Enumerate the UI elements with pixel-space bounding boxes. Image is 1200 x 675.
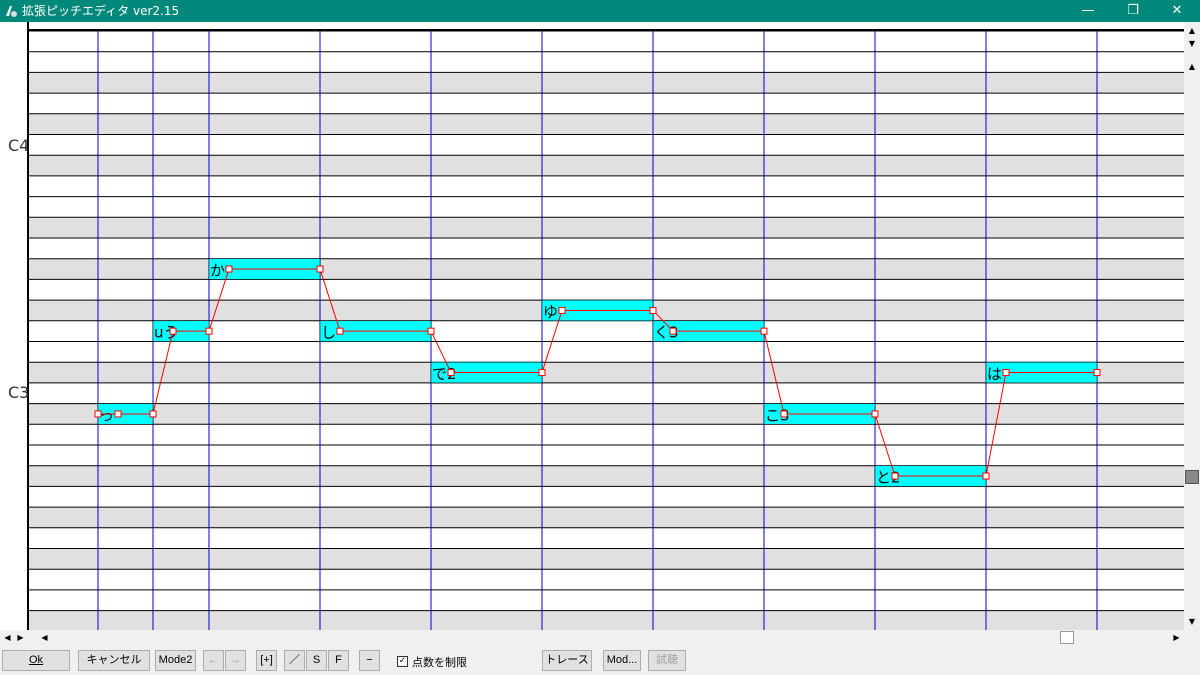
pitch-control-point xyxy=(316,265,324,273)
vertical-scrollbar[interactable]: ▲ ▼ ▲ ▼ xyxy=(1184,22,1200,630)
note-lyric: か xyxy=(210,261,225,279)
limit-points-checkbox[interactable]: ✓ xyxy=(397,656,408,667)
pitch-row xyxy=(28,238,1184,259)
mode2-button[interactable]: Mode2 xyxy=(155,650,196,671)
horizontal-scroll-thumb[interactable] xyxy=(1060,631,1074,644)
pitch-label-c3: C3 xyxy=(8,383,30,402)
pitch-row xyxy=(28,507,1184,528)
close-button[interactable]: ✕ xyxy=(1154,0,1200,22)
pitch-row xyxy=(28,569,1184,590)
pitch-control-point xyxy=(149,410,157,418)
s-curve-button[interactable]: S xyxy=(306,650,327,671)
pitch-control-point xyxy=(447,369,455,377)
pitch-control-point xyxy=(538,369,546,377)
piano-roll-grid[interactable]: っuうかしで2ゆく3こ3と2は xyxy=(0,22,1184,630)
pitch-control-point xyxy=(1002,369,1010,377)
pitch-row xyxy=(28,382,1184,404)
pitch-row xyxy=(28,424,1184,445)
f-button[interactable]: F xyxy=(328,650,349,671)
restore-button[interactable]: ❐ xyxy=(1110,0,1156,22)
pitch-row xyxy=(28,279,1184,301)
pitch-row xyxy=(28,589,1184,611)
pitch-row xyxy=(28,341,1184,363)
pitch-control-point xyxy=(427,327,435,335)
pitch-row xyxy=(28,31,1184,52)
window-title: 拡張ピッチエディタ ver2.15 xyxy=(22,4,180,18)
mod-button[interactable]: Mod... xyxy=(603,650,641,671)
scroll-down-icon[interactable]: ▼ xyxy=(1184,615,1200,628)
scroll-left-small-icon[interactable]: ◀ xyxy=(1,631,14,644)
pitch-row xyxy=(28,175,1184,197)
pitch-control-point xyxy=(114,410,122,418)
pitch-control-point xyxy=(760,327,768,335)
pitch-row xyxy=(28,217,1184,238)
pitch-control-point xyxy=(649,306,657,314)
ok-button[interactable]: Ok xyxy=(2,650,70,671)
left-arrow-button[interactable]: ← xyxy=(203,650,224,671)
line-button[interactable]: ／ xyxy=(284,650,305,671)
scroll-left-icon[interactable]: ◀ xyxy=(38,631,51,644)
remove-point-button[interactable]: − xyxy=(359,650,380,671)
cancel-button[interactable]: キャンセル xyxy=(78,650,150,671)
pitch-row xyxy=(28,196,1184,218)
pitch-control-point xyxy=(1093,369,1101,377)
pitch-row xyxy=(28,113,1184,135)
note-lyric: は xyxy=(987,365,1002,383)
pitch-control-point xyxy=(336,327,344,335)
pitch-control-point xyxy=(225,265,233,273)
pitch-row xyxy=(28,486,1184,508)
pitch-control-point xyxy=(982,472,990,480)
pitch-control-point xyxy=(780,410,788,418)
pitch-control-point xyxy=(871,410,879,418)
pitch-row xyxy=(28,445,1184,466)
horizontal-scrollbar[interactable]: ◀ ▶ ◀ ▶ xyxy=(0,630,1200,645)
pitch-control-point xyxy=(94,410,102,418)
minimize-button[interactable]: — xyxy=(1065,0,1111,22)
add-point-button[interactable]: [+] xyxy=(256,650,277,671)
pitch-row xyxy=(28,134,1184,156)
pitch-row xyxy=(28,72,1184,94)
pitch-row xyxy=(28,258,1184,280)
pitch-control-point xyxy=(558,306,566,314)
pitch-row xyxy=(28,155,1184,176)
note-lyric: し xyxy=(321,324,336,342)
pitch-label-c4: C4 xyxy=(8,136,30,155)
scroll-right-small-icon[interactable]: ▶ xyxy=(14,631,27,644)
pitch-row xyxy=(28,403,1184,425)
scroll-up-icon[interactable]: ▲ xyxy=(1184,60,1200,73)
pitch-row xyxy=(28,93,1184,114)
listen-button[interactable]: 試聴 xyxy=(648,650,686,671)
pitch-control-point xyxy=(891,472,899,480)
vertical-scroll-thumb[interactable] xyxy=(1185,470,1199,484)
pitch-row xyxy=(28,527,1184,549)
toolbar: Ok キャンセル Mode2 ← → [+] ／ S F − ✓ 点数を制限 ト… xyxy=(0,645,1200,675)
scroll-up-small-icon[interactable]: ▲ xyxy=(1184,24,1200,37)
pitch-control-point xyxy=(205,327,213,335)
app-icon xyxy=(6,6,17,17)
pitch-editor-canvas[interactable]: っ uうかしで2 ゆく3 こ3 と2 は C4 C3 xyxy=(0,22,1200,645)
scroll-down-small-icon[interactable]: ▼ xyxy=(1184,37,1200,50)
pitch-control-point xyxy=(169,327,177,335)
title-bar: 拡張ピッチエディタ ver2.15 — ❐ ✕ xyxy=(0,0,1200,22)
pitch-row xyxy=(28,51,1184,73)
pitch-control-point xyxy=(669,327,677,335)
note-lyric: ゆ xyxy=(543,303,558,321)
right-arrow-button[interactable]: → xyxy=(225,650,246,671)
scroll-right-icon[interactable]: ▶ xyxy=(1170,631,1183,644)
limit-points-label[interactable]: 点数を制限 xyxy=(412,654,467,670)
pitch-row xyxy=(28,548,1184,570)
pitch-row xyxy=(28,465,1184,487)
trace-button[interactable]: トレース xyxy=(542,650,592,671)
pitch-row xyxy=(28,610,1184,630)
